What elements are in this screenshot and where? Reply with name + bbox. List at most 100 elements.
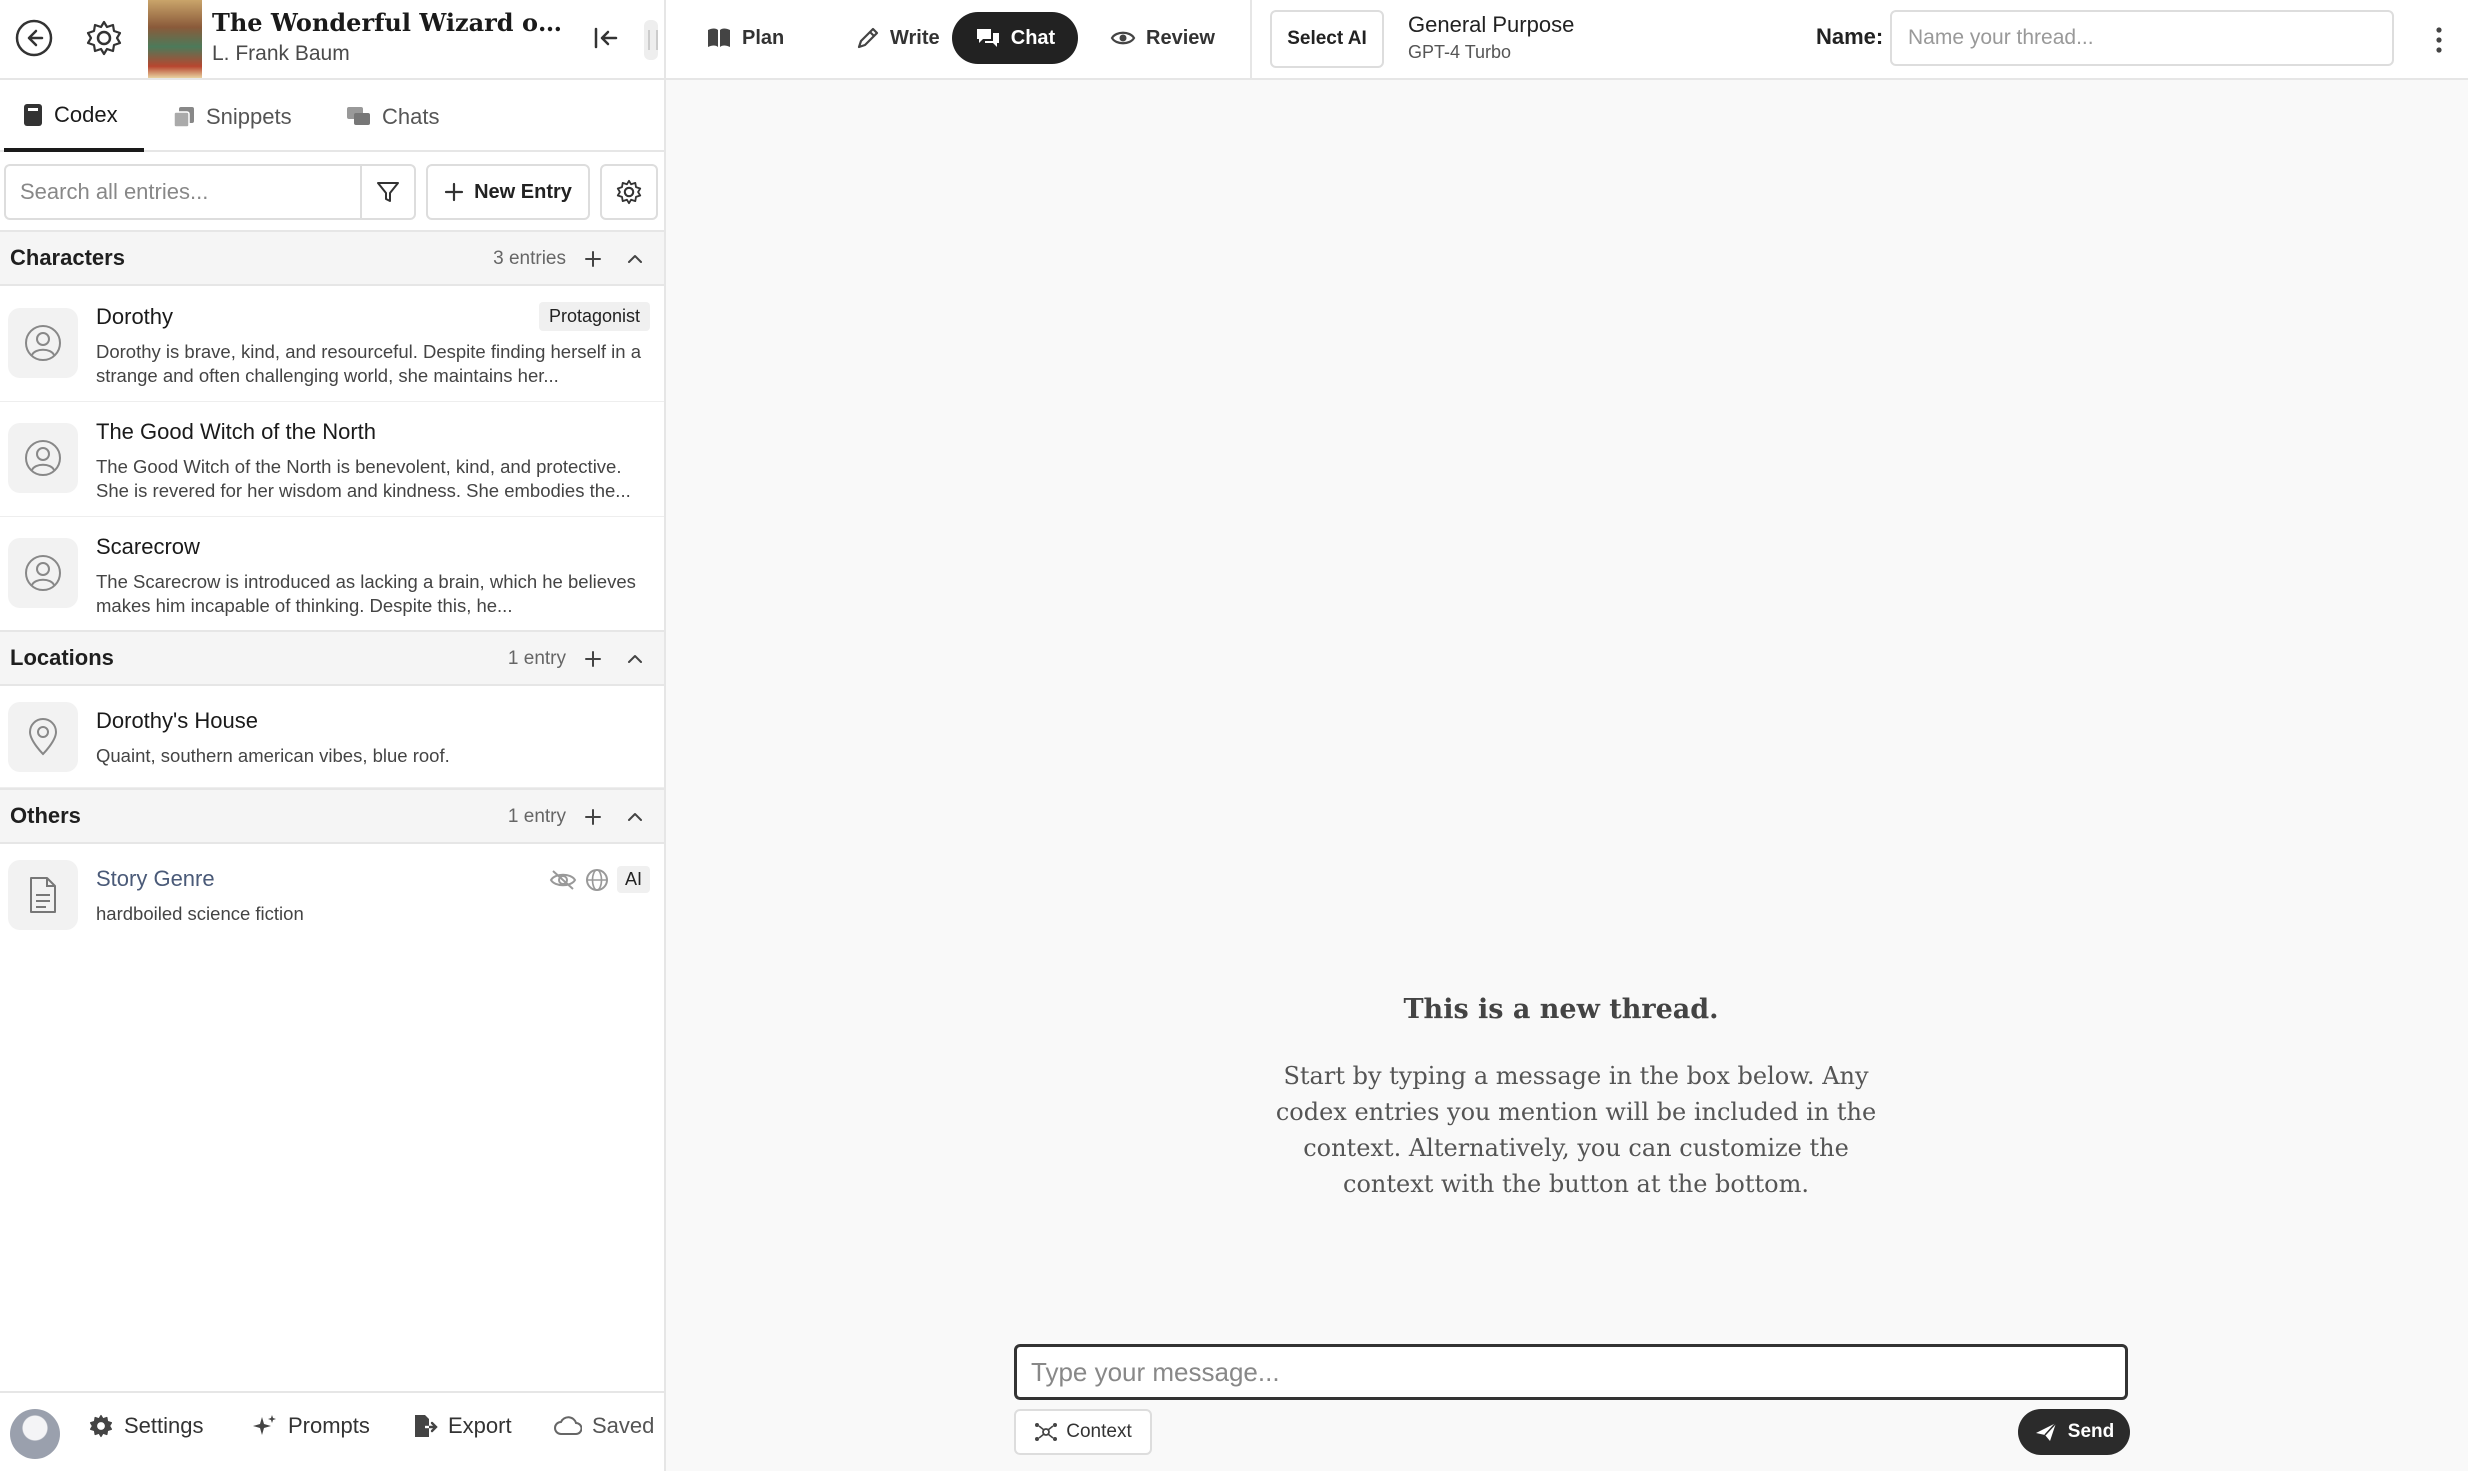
mode-review-label: Review — [1146, 26, 1215, 49]
codex-entry-good-witch[interactable]: The Good Witch of the North The Good Wit… — [0, 403, 664, 517]
section-header-locations[interactable]: Locations 1 entry — [0, 630, 664, 686]
tab-snippets[interactable]: Snippets — [154, 82, 310, 152]
codex-search-input[interactable] — [4, 164, 360, 220]
model-version: GPT-4 Turbo — [1408, 42, 1512, 62]
codex-entry-story-genre[interactable]: Story Genre AI hardboiled science fictio… — [0, 846, 664, 946]
send-label: Send — [2067, 1421, 2115, 1442]
plus-icon — [444, 182, 464, 202]
book-open-icon — [706, 27, 732, 49]
mode-write-label: Write — [890, 26, 940, 49]
new-entry-button[interactable]: New Entry — [426, 164, 590, 220]
eye-icon — [1110, 28, 1136, 48]
section-title: Locations — [10, 645, 114, 670]
add-location-button[interactable] — [578, 644, 608, 674]
book-author: L. Frank Baum — [212, 42, 350, 65]
mode-review-button[interactable]: Review — [1090, 12, 1235, 64]
more-vertical-icon — [2435, 26, 2443, 54]
more-options-button[interactable] — [2424, 20, 2454, 60]
export-icon — [412, 1413, 438, 1439]
cloud-check-icon — [554, 1414, 582, 1438]
tab-chats-label: Chats — [382, 104, 440, 129]
thread-name-label: Name: — [1816, 24, 1884, 49]
mode-write-button[interactable]: Write — [836, 12, 960, 64]
codex-entry-dorothys-house[interactable]: Dorothy's House Quaint, southern america… — [0, 688, 664, 788]
entry-avatar — [8, 423, 78, 493]
section-header-others[interactable]: Others 1 entry — [0, 788, 664, 844]
snippets-icon — [172, 105, 196, 129]
add-character-button[interactable] — [578, 244, 608, 274]
prompts-button[interactable]: Prompts — [252, 1413, 370, 1439]
select-ai-button[interactable]: Select AI — [1270, 10, 1384, 68]
collapse-others-button[interactable] — [620, 802, 650, 832]
entry-name: Scarecrow — [96, 534, 200, 559]
section-header-characters[interactable]: Characters 3 entries — [0, 230, 664, 286]
settings-button[interactable]: Settings — [88, 1413, 204, 1439]
thread-name-input[interactable] — [1890, 10, 2394, 66]
tab-codex-label: Codex — [54, 102, 118, 127]
context-button[interactable]: Context — [1014, 1409, 1152, 1455]
back-button[interactable] — [10, 14, 58, 62]
entry-name: Dorothy's House — [96, 708, 258, 733]
entry-avatar — [8, 860, 78, 930]
entry-name: The Good Witch of the North — [96, 419, 377, 444]
mode-plan-label: Plan — [742, 26, 785, 49]
new-entry-label: New Entry — [474, 180, 572, 203]
codex-entry-scarecrow[interactable]: Scarecrow The Scarecrow is introduced as… — [0, 518, 664, 632]
map-pin-icon — [25, 717, 61, 757]
mode-plan-button[interactable]: Plan — [686, 12, 804, 64]
add-other-button[interactable] — [578, 802, 608, 832]
tab-chats[interactable]: Chats — [328, 82, 457, 152]
entry-flags: AI — [549, 866, 650, 893]
gear-icon — [84, 18, 124, 58]
user-circle-icon — [23, 323, 63, 363]
send-button[interactable]: Send — [2018, 1409, 2130, 1455]
entry-name: Story Genre — [96, 866, 215, 891]
entry-description: The Scarecrow is introduced as lacking a… — [96, 571, 636, 616]
filter-button[interactable] — [360, 164, 416, 220]
sidebar-resize-handle[interactable] — [644, 20, 658, 60]
codex-settings-button[interactable] — [600, 164, 658, 220]
sidebar-tabs: Codex Snippets Chats — [0, 82, 664, 152]
empty-thread-message: Start by typing a message in the box bel… — [1275, 1062, 1877, 1198]
mode-chat-label: Chat — [1010, 26, 1056, 49]
chevron-up-icon — [625, 649, 645, 669]
tab-codex[interactable]: Codex — [4, 82, 144, 152]
export-button[interactable]: Export — [412, 1413, 512, 1439]
sidebar-footer: Settings Prompts Export Saved — [0, 1391, 664, 1471]
entry-badge: Protagonist — [538, 302, 650, 331]
user-circle-icon — [23, 553, 63, 593]
saved-label: Saved — [592, 1413, 655, 1438]
top-bar: Plan Write Chat Review Select AI General… — [666, 0, 2468, 80]
tab-snippets-label: Snippets — [206, 104, 292, 129]
sparkles-icon — [252, 1413, 278, 1439]
toolbar-divider — [1250, 0, 1252, 78]
message-input[interactable] — [1014, 1344, 2128, 1400]
chat-bubbles-icon — [975, 27, 1001, 49]
book-title: The Wonderful Wizard of Oz... — [212, 8, 562, 37]
collapse-characters-button[interactable] — [620, 244, 650, 274]
section-count: 3 entries — [493, 248, 566, 269]
export-label: Export — [448, 1413, 512, 1438]
prompts-label: Prompts — [288, 1413, 370, 1438]
entry-name: Dorothy — [96, 304, 174, 329]
avatar[interactable] — [10, 1409, 60, 1459]
mode-chat-button[interactable]: Chat — [952, 12, 1078, 64]
document-icon — [27, 875, 59, 915]
collapse-locations-button[interactable] — [620, 644, 650, 674]
section-title: Characters — [10, 245, 125, 270]
gear-icon — [615, 178, 643, 206]
gear-icon — [88, 1413, 114, 1439]
codex-sidebar: The Wonderful Wizard of Oz... L. Frank B… — [0, 0, 666, 1471]
project-settings-button[interactable] — [80, 14, 128, 62]
entry-avatar — [8, 538, 78, 608]
section-count: 1 entry — [507, 648, 566, 669]
codex-entry-dorothy[interactable]: Dorothy Protagonist Dorothy is brave, ki… — [0, 288, 664, 402]
chats-icon — [346, 105, 372, 129]
entry-avatar — [8, 702, 78, 772]
eye-off-icon — [549, 868, 577, 892]
book-cover-image — [148, 0, 202, 78]
collapse-left-icon — [591, 23, 621, 53]
model-name: General Purpose — [1408, 12, 1575, 37]
collapse-sidebar-button[interactable] — [582, 14, 630, 62]
plus-icon — [583, 249, 603, 269]
